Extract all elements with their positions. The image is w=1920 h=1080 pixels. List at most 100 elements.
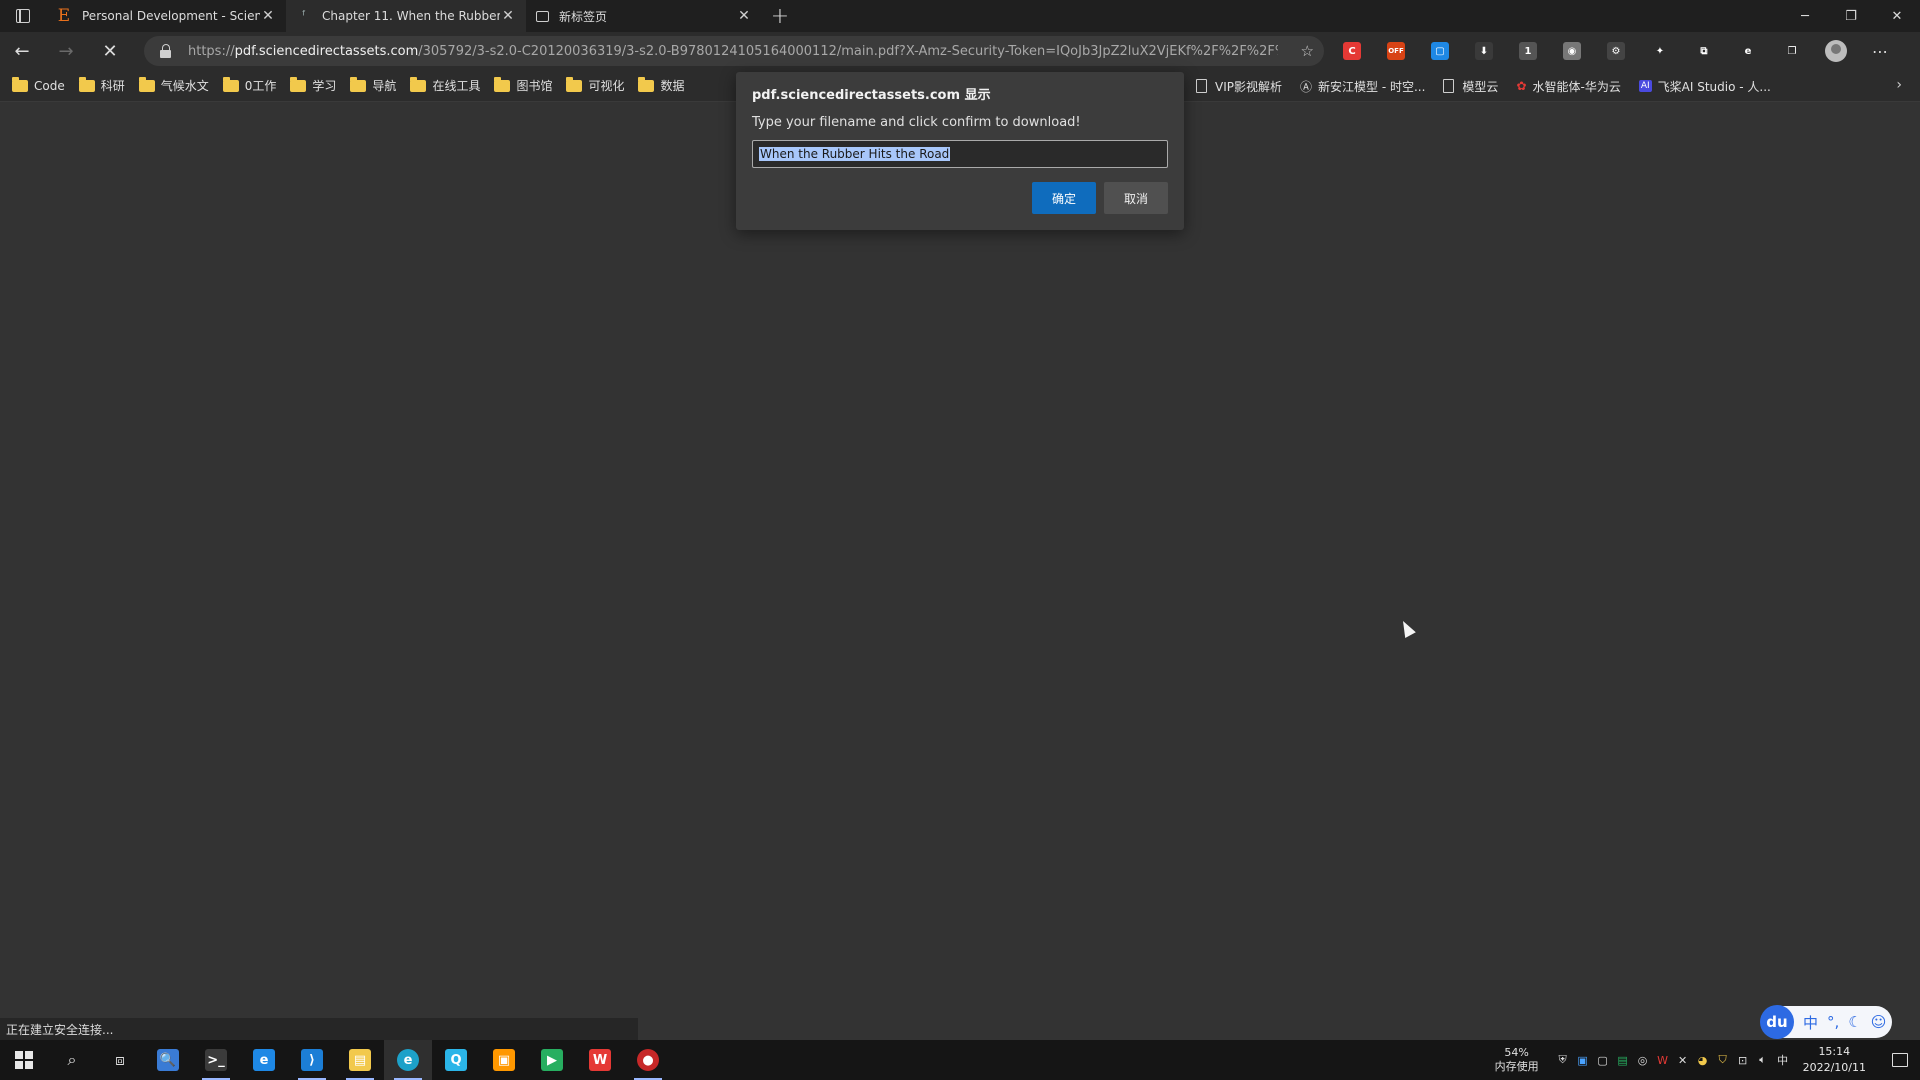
bookmark-link[interactable]: 模型云 xyxy=(1443,78,1498,95)
bookmark-folder[interactable]: 导航 xyxy=(350,76,397,94)
taskbar-app-button[interactable]: e xyxy=(240,1040,288,1080)
camera-tray-icon[interactable]: ◎ xyxy=(1633,1040,1653,1080)
new-tab-button[interactable]: + xyxy=(762,0,798,32)
task-view-button[interactable]: ⧈ xyxy=(96,1040,144,1080)
close-window-button[interactable]: ✕ xyxy=(1874,0,1920,32)
tab-personal-development[interactable]: E Personal Development - Science ✕ xyxy=(46,0,286,32)
taskbar-app-button[interactable]: ▤ xyxy=(336,1040,384,1080)
taskbar-app-button[interactable]: >_ xyxy=(192,1040,240,1080)
extension-button[interactable]: C xyxy=(1330,32,1374,70)
bookmark-folder[interactable]: 图书馆 xyxy=(494,76,553,94)
green-tray-icon[interactable]: ▤ xyxy=(1613,1040,1633,1080)
start-button[interactable] xyxy=(0,1040,48,1080)
taskbar-app-button[interactable]: e xyxy=(384,1040,432,1080)
bookmark-link[interactable]: Ⓐ 新安江模型 - 时空... xyxy=(1300,78,1425,95)
ime-user-icon[interactable]: ☺ xyxy=(1871,1013,1887,1031)
taskbar-app-button[interactable]: 🔍 xyxy=(144,1040,192,1080)
folder-icon xyxy=(222,76,239,92)
window-tray-icon[interactable]: ▢ xyxy=(1593,1040,1613,1080)
input-language-indicator[interactable]: 中 xyxy=(1773,1040,1793,1080)
bookmark-folder[interactable]: 科研 xyxy=(78,76,125,94)
clock[interactable]: 15:14 2022/10/11 xyxy=(1803,1044,1866,1076)
bookmark-label: 图书馆 xyxy=(516,79,553,93)
taskbar-app-button[interactable]: ● xyxy=(624,1040,672,1080)
memory-usage[interactable]: 54% 内存使用 xyxy=(1495,1046,1539,1074)
minimize-button[interactable]: ─ xyxy=(1782,0,1828,32)
favorite-star-icon[interactable]: ☆ xyxy=(1301,42,1314,60)
search-button[interactable]: ⌕ xyxy=(48,1040,96,1080)
extension-button[interactable]: ◉ xyxy=(1550,32,1594,70)
extension-button[interactable]: ▢ xyxy=(1418,32,1462,70)
cancel-button[interactable]: 取消 xyxy=(1104,182,1168,214)
ime-punctuation-key[interactable]: °, xyxy=(1827,1013,1839,1031)
tab-new-tab[interactable]: 新标签页 ✕ xyxy=(526,0,762,32)
wps-tray-icon[interactable]: W xyxy=(1653,1040,1673,1080)
notification-icon xyxy=(1892,1053,1908,1067)
bookmark-label: 新安江模型 - 时空... xyxy=(1318,79,1426,94)
bookmark-link[interactable]: VIP影视解析 xyxy=(1196,78,1282,95)
extension-button[interactable]: OFF xyxy=(1374,32,1418,70)
chevron-right-icon[interactable]: › xyxy=(1896,77,1902,93)
badge-extension-icon: 1 xyxy=(1519,42,1537,60)
stop-loading-button[interactable]: ✕ xyxy=(88,32,132,70)
taskbar-app-button[interactable]: W xyxy=(576,1040,624,1080)
network-icon[interactable]: ⊡ xyxy=(1733,1040,1753,1080)
confirm-button[interactable]: 确定 xyxy=(1032,182,1096,214)
bookmark-folder[interactable]: 0工作 xyxy=(222,76,276,94)
restore-button[interactable]: ❐ xyxy=(1828,0,1874,32)
search-icon: ⌕ xyxy=(67,1050,77,1069)
navigation-bar: ← → ✕ https://pdf.sciencedirectassets.co… xyxy=(0,32,1920,70)
tool-tray-icon[interactable]: ✕ xyxy=(1673,1040,1693,1080)
extension-button[interactable]: ⧉ xyxy=(1682,32,1726,70)
back-button[interactable]: ← xyxy=(0,32,44,70)
bookmark-folder[interactable]: 在线工具 xyxy=(410,76,480,94)
ime-language-key[interactable]: 中 xyxy=(1803,1012,1818,1033)
forward-button[interactable]: → xyxy=(44,32,88,70)
taskbar-app-button[interactable]: ▣ xyxy=(480,1040,528,1080)
bookmark-folder[interactable]: 气候水文 xyxy=(138,76,209,94)
profile-button[interactable] xyxy=(1814,32,1858,70)
close-tab-icon[interactable]: ✕ xyxy=(260,8,276,24)
extension-button[interactable]: 1 xyxy=(1506,32,1550,70)
tab-actions-button[interactable] xyxy=(0,0,46,32)
shield-tray-icon[interactable]: ⛨ xyxy=(1553,1040,1573,1080)
bookmark-label: 导航 xyxy=(372,79,397,93)
extension-button[interactable]: ⬇ xyxy=(1462,32,1506,70)
bookmark-folder[interactable]: Code xyxy=(12,76,65,93)
url-text[interactable]: https://pdf.sciencedirectassets.com/3057… xyxy=(188,44,1278,59)
taskbar-app-button[interactable]: ⟩ xyxy=(288,1040,336,1080)
blue-tray-icon[interactable]: ▣ xyxy=(1573,1040,1593,1080)
lock-icon[interactable] xyxy=(160,44,172,58)
close-tab-icon[interactable]: ✕ xyxy=(736,8,752,24)
taskbar-app-button[interactable]: ▶ xyxy=(528,1040,576,1080)
extension-button[interactable]: ⚙ xyxy=(1594,32,1638,70)
url-scheme: https:// xyxy=(188,43,235,59)
folder-icon xyxy=(350,76,367,92)
extension-button[interactable]: e xyxy=(1726,32,1770,70)
notification-center-button[interactable] xyxy=(1880,1040,1920,1080)
volume-icon[interactable]: 🔈︎ xyxy=(1753,1040,1773,1080)
extension-button[interactable]: ✦ xyxy=(1638,32,1682,70)
security-tray-icon[interactable]: ⛉ xyxy=(1713,1040,1733,1080)
extension-button[interactable]: ❐ xyxy=(1770,32,1814,70)
bookmark-link[interactable]: ✿ 水智能体-华为云 xyxy=(1516,78,1620,95)
bookmark-folder[interactable]: 学习 xyxy=(290,76,336,94)
bookmark-folder[interactable]: 数据 xyxy=(638,76,685,94)
color-tray-icon[interactable]: ◕ xyxy=(1693,1040,1713,1080)
ime-moon-icon[interactable]: ☾ xyxy=(1848,1013,1861,1031)
more-menu-button[interactable]: ⋯ xyxy=(1858,32,1902,70)
filename-input[interactable]: When the Rubber Hits the Road xyxy=(752,140,1168,168)
search-app-icon: 🔍 xyxy=(157,1049,179,1071)
system-tray: 54% 内存使用 ⛨ ▣ ▢ ▤ ◎ W ✕ ◕ ⛉ ⊡ 🔈︎ 中 15:14 … xyxy=(1495,1040,1920,1080)
baidu-ime-logo-icon[interactable]: du xyxy=(1760,1005,1794,1039)
bookmark-folder[interactable]: 可视化 xyxy=(566,76,624,94)
bookmark-link[interactable]: AI 飞桨AI Studio - 人... xyxy=(1638,78,1771,95)
address-bar[interactable]: https://pdf.sciencedirectassets.com/3057… xyxy=(144,36,1324,66)
bookmark-label: 水智能体-华为云 xyxy=(1532,79,1621,94)
puzzle-icon: ✦ xyxy=(1651,42,1669,60)
taskbar-app-button[interactable]: Q xyxy=(432,1040,480,1080)
tab-chapter-11[interactable]: ᶠ Chapter 11. When the Rubber H ✕ xyxy=(286,0,526,32)
close-tab-icon[interactable]: ✕ xyxy=(500,8,516,24)
tab-title: 新标签页 xyxy=(559,9,608,24)
tab-title: Chapter 11. When the Rubber H xyxy=(322,9,500,23)
